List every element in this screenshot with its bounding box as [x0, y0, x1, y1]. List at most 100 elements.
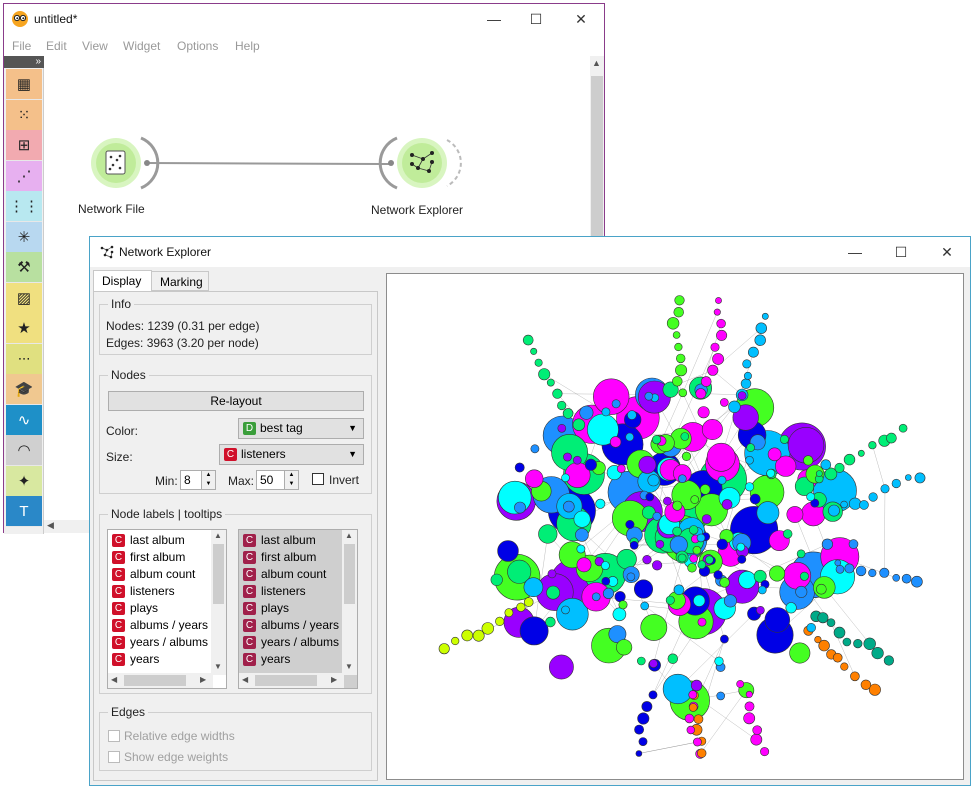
network-node[interactable] [690, 495, 700, 504]
spin-up-icon[interactable]: ▲ [201, 471, 215, 480]
max-size-spinbox[interactable]: 50 ▲ ▼ [256, 470, 299, 490]
network-node[interactable] [795, 585, 808, 598]
scroll-left-icon[interactable]: ◀ [242, 675, 248, 684]
network-node[interactable] [728, 400, 741, 414]
spin-down-icon[interactable]: ▼ [201, 480, 215, 489]
scroll-down-icon[interactable]: ▼ [214, 662, 222, 671]
network-node[interactable] [625, 432, 634, 442]
toolbox-spectroscopy-icon[interactable]: ◠ [6, 435, 42, 466]
network-node[interactable] [868, 492, 878, 502]
network-node[interactable] [806, 623, 816, 633]
network-node[interactable] [713, 570, 723, 580]
network-node[interactable] [828, 504, 840, 517]
network-node[interactable] [681, 451, 692, 461]
network-node[interactable] [700, 376, 712, 387]
network-node[interactable] [563, 452, 572, 462]
network-node[interactable] [859, 500, 869, 510]
network-node[interactable] [738, 570, 757, 589]
network-node[interactable] [552, 388, 563, 399]
network-node[interactable] [840, 662, 849, 671]
network-node[interactable] [497, 540, 519, 562]
list-item[interactable]: Cfirst album [241, 549, 316, 566]
network-node[interactable] [546, 378, 555, 387]
network-node[interactable] [684, 713, 695, 724]
network-node[interactable] [767, 447, 782, 462]
network-node[interactable] [674, 295, 685, 306]
network-node[interactable] [697, 748, 707, 758]
network-node[interactable] [672, 500, 683, 511]
network-node[interactable] [547, 569, 557, 579]
network-node[interactable] [911, 575, 923, 588]
network-node[interactable] [832, 652, 843, 663]
list-item[interactable]: Cyears / albums [241, 634, 339, 651]
network-node[interactable] [820, 459, 832, 470]
network-node[interactable] [785, 602, 797, 614]
scrollbar-thumb[interactable] [344, 544, 355, 604]
network-node[interactable] [686, 725, 695, 735]
network-node[interactable] [689, 525, 699, 535]
list-item[interactable]: Calbum count [241, 566, 326, 583]
network-node[interactable] [652, 511, 662, 521]
network-node[interactable] [673, 584, 685, 596]
network-node[interactable] [834, 462, 845, 473]
network-node[interactable] [868, 441, 877, 450]
scroll-up-icon[interactable]: ▲ [214, 531, 222, 540]
network-node[interactable] [616, 549, 637, 570]
explorer-titlebar[interactable]: Network Explorer — ☐ ✕ [90, 237, 970, 267]
list-horizontal-scrollbar[interactable]: ◀ ▶ [239, 673, 344, 688]
network-node[interactable] [614, 591, 626, 603]
network-node[interactable] [562, 408, 574, 419]
network-node[interactable] [666, 317, 680, 330]
network-node[interactable] [637, 656, 646, 666]
menu-help[interactable]: Help [235, 39, 260, 53]
network-node[interactable] [530, 444, 540, 454]
network-node[interactable] [561, 605, 570, 615]
network-node[interactable] [504, 608, 514, 618]
network-node[interactable] [644, 391, 654, 401]
network-node[interactable] [667, 653, 678, 664]
network-node[interactable] [699, 484, 711, 495]
network-node[interactable] [745, 690, 753, 698]
relative-edge-widths-checkbox[interactable] [108, 730, 120, 742]
toolbox-image-icon[interactable]: ▨ [6, 282, 42, 314]
network-node[interactable] [815, 470, 823, 477]
spin-down-icon[interactable]: ▼ [284, 480, 298, 489]
scroll-down-icon[interactable]: ▼ [345, 662, 353, 671]
network-node[interactable] [677, 553, 687, 563]
network-node[interactable] [737, 554, 747, 564]
network-node[interactable] [627, 410, 637, 420]
network-node[interactable] [655, 539, 665, 549]
network-node[interactable] [742, 359, 752, 369]
network-node[interactable] [803, 455, 814, 466]
network-node[interactable] [514, 462, 525, 473]
menu-edit[interactable]: Edit [46, 39, 67, 53]
network-node[interactable] [642, 555, 652, 565]
network-node[interactable] [789, 642, 811, 664]
network-node[interactable] [760, 747, 770, 757]
network-node[interactable] [648, 690, 658, 700]
network-node[interactable] [719, 577, 730, 588]
network-node[interactable] [557, 400, 567, 411]
network-node[interactable] [746, 443, 755, 452]
network-node[interactable] [743, 371, 752, 380]
network-node[interactable] [523, 577, 544, 598]
network-node[interactable] [712, 353, 724, 365]
invert-checkbox[interactable] [312, 473, 324, 485]
network-node[interactable] [723, 594, 737, 608]
network-node[interactable] [848, 539, 859, 549]
network-node[interactable] [600, 561, 610, 570]
menu-widget[interactable]: Widget [123, 39, 160, 53]
list-item[interactable]: Calbums / years [241, 617, 339, 634]
network-node[interactable] [779, 434, 789, 444]
color-select[interactable]: Dbest tag ▼ [238, 418, 364, 439]
network-node[interactable] [833, 626, 846, 639]
network-node[interactable] [710, 342, 720, 352]
close-button[interactable]: ✕ [566, 8, 596, 30]
list-vertical-scrollbar[interactable]: ▲ ▼ [211, 530, 226, 675]
menu-view[interactable]: View [82, 39, 108, 53]
network-node[interactable] [438, 643, 450, 655]
network-node[interactable] [713, 308, 721, 316]
network-node[interactable] [516, 602, 526, 612]
network-node[interactable] [849, 497, 862, 510]
network-node[interactable] [634, 724, 644, 735]
